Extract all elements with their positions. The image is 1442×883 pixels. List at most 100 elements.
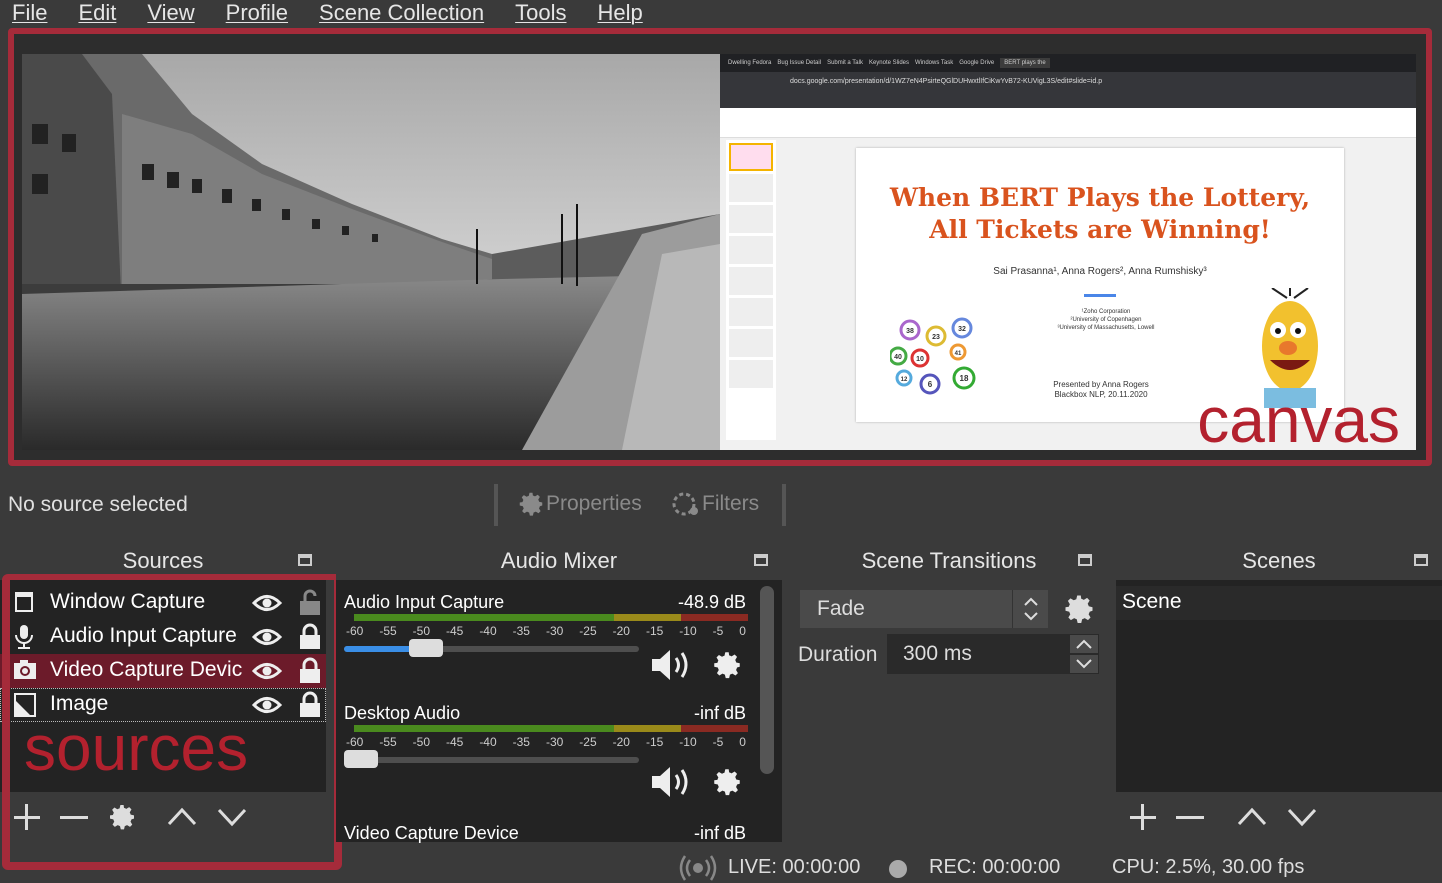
transition-select[interactable]: Fade bbox=[800, 590, 1048, 628]
menu-bar: File Edit View Profile Scene Collection … bbox=[0, 0, 1442, 26]
camera-icon bbox=[14, 660, 36, 679]
spin-arrows-icon[interactable] bbox=[1069, 634, 1099, 674]
broadcast-icon bbox=[679, 855, 717, 881]
eye-icon[interactable] bbox=[252, 694, 282, 716]
float-dock-icon[interactable] bbox=[754, 554, 768, 566]
eye-icon[interactable] bbox=[252, 592, 282, 614]
unlock-icon[interactable] bbox=[299, 589, 321, 617]
menu-view[interactable]: View bbox=[147, 0, 194, 26]
window-icon bbox=[15, 592, 33, 612]
menu-help[interactable]: Help bbox=[598, 0, 643, 26]
menu-profile[interactable]: Profile bbox=[226, 0, 288, 26]
canal-photo-image bbox=[22, 54, 720, 450]
ball-label: 10 bbox=[916, 356, 924, 363]
mixer-scrollbar[interactable] bbox=[760, 586, 774, 774]
filters-button[interactable]: Filters bbox=[670, 484, 759, 524]
properties-button[interactable]: Properties bbox=[516, 484, 642, 524]
scenes-toolbar bbox=[1116, 792, 1442, 842]
source-item-video-capture-device[interactable]: Video Capture Device bbox=[0, 654, 326, 688]
meter-ticks: -60 -55 -50 -45 -40 -35 -30 -25 -20 -15 -10 -5 0 bbox=[346, 624, 746, 638]
volume-slider[interactable] bbox=[344, 750, 639, 768]
scenes-header: Scenes bbox=[1116, 542, 1442, 580]
slide-title: When BERT Plays the Lottery, All Tickets… bbox=[889, 183, 1311, 244]
float-dock-icon[interactable] bbox=[1414, 554, 1428, 566]
mixer-channel: Video Capture Device -inf dB bbox=[344, 823, 754, 843]
gear-icon[interactable] bbox=[710, 765, 744, 799]
menu-tools[interactable]: Tools bbox=[515, 0, 566, 26]
source-item-window-capture[interactable]: Window Capture bbox=[0, 586, 326, 620]
slide[interactable]: When BERT Plays the Lottery, All Tickets… bbox=[856, 148, 1344, 422]
browser-tab[interactable]: Google Drive bbox=[959, 60, 994, 66]
channel-name: Video Capture Device bbox=[344, 823, 519, 843]
scene-transitions-title: Scene Transitions bbox=[861, 548, 1037, 573]
ball-label: 32 bbox=[958, 326, 966, 333]
canvas-annotation-label: canvas bbox=[1197, 384, 1400, 456]
ball-label: 38 bbox=[906, 328, 914, 335]
scene-transitions-header: Scene Transitions bbox=[792, 542, 1106, 580]
browser-tab[interactable]: Windows Task bbox=[915, 60, 953, 66]
lock-icon[interactable] bbox=[299, 691, 321, 719]
channel-name: Desktop Audio bbox=[344, 703, 461, 723]
float-dock-icon[interactable] bbox=[1078, 554, 1092, 566]
volume-meter bbox=[354, 725, 748, 732]
chevron-up-icon[interactable] bbox=[1236, 802, 1268, 832]
channel-db: -inf dB bbox=[693, 703, 746, 723]
browser-tab[interactable]: Dwelling Fedora bbox=[728, 60, 771, 66]
ball-label: 23 bbox=[932, 334, 940, 341]
browser-tab[interactable]: Submit a Talk bbox=[827, 60, 863, 66]
chevron-up-icon[interactable] bbox=[166, 802, 198, 832]
speaker-icon[interactable] bbox=[650, 765, 696, 799]
speaker-icon[interactable] bbox=[650, 648, 696, 682]
live-timer: LIVE: 00:00:00 bbox=[728, 856, 861, 878]
add-icon[interactable] bbox=[1128, 802, 1158, 832]
gear-icon[interactable] bbox=[106, 801, 138, 833]
remove-icon[interactable] bbox=[58, 802, 90, 832]
preview-photo[interactable] bbox=[22, 54, 720, 450]
browser-tab[interactable]: Keynote Slides bbox=[869, 60, 909, 66]
volume-slider[interactable] bbox=[344, 639, 639, 657]
float-dock-icon[interactable] bbox=[298, 554, 312, 566]
browser-tab-strip: Dwelling Fedora Bug Issue Detail Submit … bbox=[720, 54, 1416, 72]
eye-icon[interactable] bbox=[252, 626, 282, 648]
chevron-down-icon[interactable] bbox=[216, 802, 248, 832]
menu-file[interactable]: File bbox=[12, 0, 47, 26]
ball-label: 41 bbox=[955, 351, 962, 357]
channel-name: Audio Input Capture bbox=[344, 592, 505, 612]
ball-label: 40 bbox=[894, 354, 902, 361]
slide-thumbnails bbox=[726, 140, 776, 440]
lock-icon[interactable] bbox=[299, 623, 321, 651]
duration-spinbox[interactable]: 300 ms bbox=[887, 634, 1099, 674]
menu-scene-collection[interactable]: Scene Collection bbox=[319, 0, 484, 26]
mixer-channel: Desktop Audio -inf dB -60 -55 -50 -45 -40 -35… bbox=[344, 703, 754, 803]
gear-icon[interactable] bbox=[710, 648, 744, 682]
rec-timer: REC: 00:00:00 bbox=[929, 856, 1061, 878]
source-label: Video Capture Device bbox=[50, 658, 242, 681]
chevron-down-icon[interactable] bbox=[1286, 802, 1318, 832]
menu-edit[interactable]: Edit bbox=[78, 0, 116, 26]
eye-icon[interactable] bbox=[252, 660, 282, 682]
volume-slider-handle[interactable] bbox=[409, 639, 444, 657]
lock-icon[interactable] bbox=[299, 657, 321, 685]
gear-icon bbox=[519, 492, 543, 516]
toolbar-divider bbox=[494, 484, 498, 526]
source-label: Window Capture bbox=[50, 590, 206, 613]
scene-item[interactable]: Scene bbox=[1116, 586, 1442, 620]
browser-tab[interactable]: BERT plays the bbox=[1000, 58, 1050, 68]
ball-label: 6 bbox=[928, 380, 933, 389]
slide-presenter: Presented by Anna Rogers Blackbox NLP, 2… bbox=[1053, 380, 1149, 399]
duration-label: Duration bbox=[798, 643, 878, 666]
add-icon[interactable] bbox=[12, 802, 42, 832]
gear-icon[interactable] bbox=[1061, 591, 1097, 627]
ball-label: 18 bbox=[960, 374, 969, 383]
browser-tab[interactable]: Bug Issue Detail bbox=[777, 60, 821, 66]
source-item-audio-input-capture[interactable]: Audio Input Capture bbox=[0, 620, 326, 654]
volume-meter bbox=[354, 614, 748, 621]
remove-icon[interactable] bbox=[1174, 802, 1206, 832]
sources-title: Sources bbox=[122, 548, 204, 573]
source-label: Audio Input Capture bbox=[50, 624, 237, 647]
browser-address-bar[interactable]: docs.google.com/presentation/d/1WZ7eN4Ps… bbox=[720, 72, 1416, 94]
scenes-title: Scenes bbox=[1242, 548, 1316, 573]
sources-dock-header: Sources bbox=[0, 542, 326, 580]
channel-db: -48.9 dB bbox=[677, 592, 746, 612]
volume-slider-handle[interactable] bbox=[344, 750, 378, 768]
